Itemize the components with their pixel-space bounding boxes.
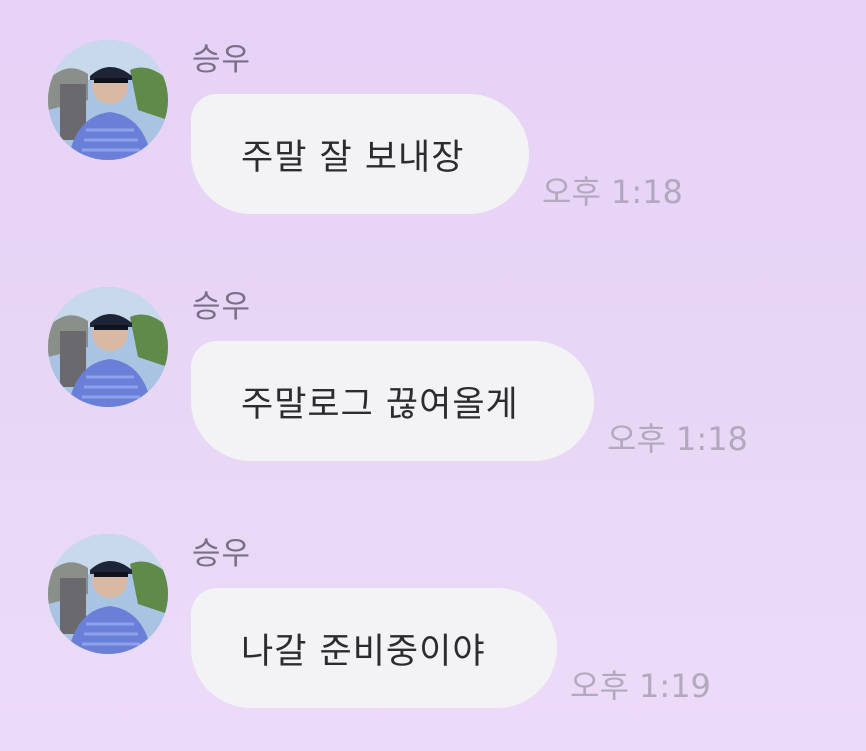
avatar-photo	[48, 287, 168, 407]
sender-name: 승우	[192, 42, 252, 78]
message-time: 오후 1:18	[542, 173, 683, 211]
message-text: 주말로그 끊여올게	[241, 384, 519, 425]
message-text: 주말 잘 보내장	[241, 137, 465, 178]
sender-name: 승우	[192, 536, 252, 572]
avatar-photo	[48, 534, 168, 654]
message-bubble[interactable]: 주말 잘 보내장	[191, 94, 529, 214]
message-time: 오후 1:18	[607, 420, 748, 458]
message-row: 승우 주말 잘 보내장 오후 1:18	[0, 38, 866, 238]
avatar[interactable]	[48, 287, 168, 407]
avatar-photo	[48, 40, 168, 160]
message-bubble[interactable]: 주말로그 끊여올게	[191, 341, 594, 461]
message-text: 나갈 준비중이야	[241, 631, 486, 672]
message-bubble[interactable]: 나갈 준비중이야	[191, 588, 557, 708]
message-time: 오후 1:19	[570, 667, 711, 705]
avatar[interactable]	[48, 534, 168, 654]
message-row: 승우 주말로그 끊여올게 오후 1:18	[0, 285, 866, 485]
sender-name: 승우	[192, 289, 252, 325]
avatar[interactable]	[48, 40, 168, 160]
message-row: 승우 나갈 준비중이야 오후 1:19	[0, 532, 866, 732]
chat-message-list[interactable]: 승우 주말 잘 보내장 오후 1:18 승우 주말로그 끊여올게 오후 1:18…	[0, 0, 866, 751]
